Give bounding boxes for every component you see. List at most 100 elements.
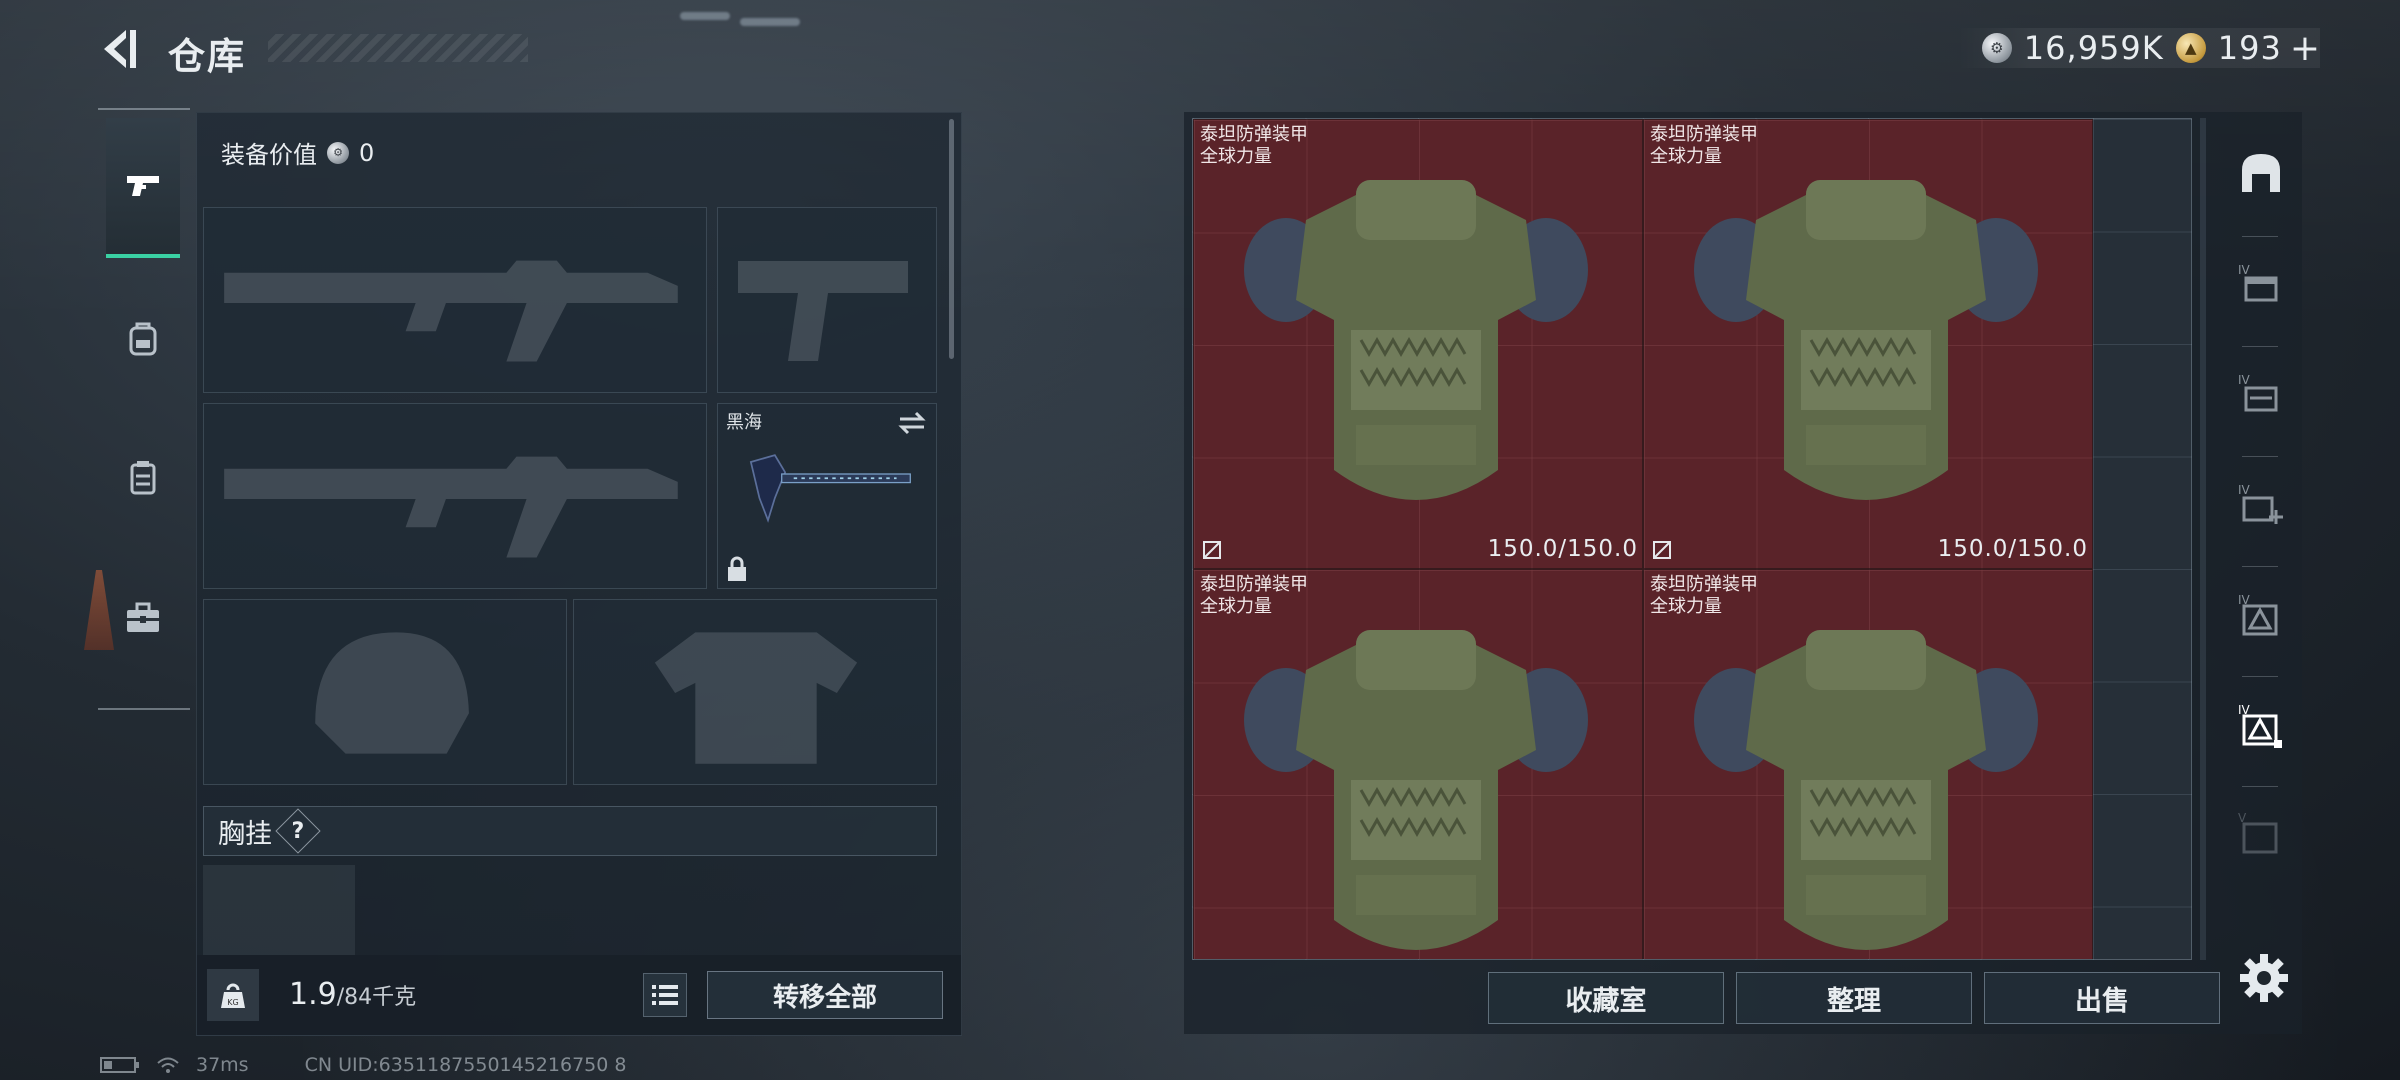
rail-divider (2242, 346, 2278, 347)
pistol-slot[interactable] (717, 207, 937, 393)
silver-coin-icon: ⚙ (327, 141, 349, 164)
helmet-silhouette-icon (315, 632, 469, 754)
battery-icon (100, 1057, 139, 1073)
titan-body-armor-icon (1694, 630, 2038, 950)
melee-item-name: 黑海 (726, 412, 762, 433)
chest-rig-slot[interactable] (203, 865, 355, 955)
rail-divider (2242, 566, 2278, 567)
tab-backpack[interactable] (106, 268, 180, 408)
storage-grid: 泰坦防弹装甲 全球力量 150.0/150.0 泰坦防弹装甲 全球力量 150.… (1192, 118, 2192, 960)
helmet-filter-icon (2242, 154, 2280, 192)
tier-label: IV (2238, 373, 2251, 387)
filter-storage-box-iv-2-button[interactable]: IV (2230, 364, 2292, 426)
weight-bar: KG 1.9/84千克 转移全部 (197, 955, 961, 1035)
rifle-silhouette-icon (224, 260, 678, 362)
gold-coin-icon: ▲ (2175, 33, 2206, 63)
weight-max: /84千克 (336, 985, 417, 1010)
equipment-value-amount: 0 (359, 138, 375, 167)
titan-body-armor-icon (1694, 180, 2038, 500)
sort-button[interactable]: 整理 (1736, 972, 1972, 1024)
no-insurance-icon (1203, 541, 1221, 559)
medical-box-iv-icon: IV (2238, 483, 2283, 524)
item-durability: 150.0/150.0 (1487, 536, 1638, 562)
body-armor-silhouette-icon (654, 632, 858, 764)
container-iv-icon: IV (2238, 593, 2278, 636)
storage-item[interactable]: 泰坦防弹装甲 全球力量 (1643, 569, 2093, 959)
weight-current: 1.9 (289, 977, 337, 1012)
user-uid: CN UID:6351187550145216750 8 (304, 1054, 627, 1076)
swap-icon[interactable] (896, 410, 928, 436)
weight-icon: KG (207, 969, 259, 1021)
pistol-silhouette-icon (738, 261, 908, 361)
storage-item[interactable]: 泰坦防弹装甲 全球力量 (1193, 569, 1643, 959)
list-icon (652, 985, 678, 1005)
kettlebell-icon: KG (221, 983, 245, 1008)
page-title: 仓库 (168, 35, 246, 78)
titan-body-armor-icon (1244, 630, 1588, 950)
back-button[interactable] (96, 24, 146, 74)
filter-container-iv-active-button[interactable]: IV (2230, 694, 2292, 756)
container-v-icon: V (2238, 811, 2278, 854)
filter-container-iv-button[interactable]: IV (2230, 584, 2292, 646)
filter-storage-box-iv-button[interactable]: IV (2230, 254, 2292, 316)
body-armor-slot[interactable] (573, 599, 937, 785)
chest-rig-icon (130, 461, 156, 495)
list-view-button[interactable] (643, 973, 687, 1017)
rail-divider (2242, 786, 2278, 787)
rail-divider (98, 108, 190, 110)
chest-rig-label: 胸挂 (218, 818, 272, 850)
silver-coin-icon: ⚙ (1981, 33, 2012, 63)
primary-weapon-slot-1[interactable] (203, 207, 707, 393)
back-arrow-icon (104, 30, 136, 68)
transfer-all-button[interactable]: 转移全部 (707, 971, 943, 1019)
help-icon[interactable]: ? (275, 808, 321, 854)
rail-divider (2242, 456, 2278, 457)
weight-unit-badge: KG (227, 998, 238, 1007)
collection-room-button[interactable]: 收藏室 (1488, 972, 1724, 1024)
tier-label: IV (2238, 263, 2251, 277)
scrollbar[interactable] (2200, 118, 2206, 960)
status-bar: 37ms CN UID:6351187550145216750 8 (100, 1054, 626, 1076)
tab-weapons[interactable] (106, 118, 180, 258)
tab-chest-rig[interactable] (106, 408, 180, 548)
backpack-icon (129, 322, 157, 356)
category-tab-rail (98, 108, 190, 710)
currency-bar: ⚙ 16,959K ▲ 193 + (1957, 28, 2320, 69)
add-currency-button[interactable]: + (2290, 28, 2320, 69)
lock-icon (728, 556, 746, 581)
storage-item[interactable]: 泰坦防弹装甲 全球力量 150.0/150.0 (1193, 119, 1643, 569)
sell-button[interactable]: 出售 (1984, 972, 2220, 1024)
help-mark: ? (291, 818, 305, 844)
tier-label: IV (2238, 483, 2251, 497)
filter-container-v-button[interactable]: V (2230, 802, 2292, 864)
primary-weapon-slot-2[interactable] (203, 403, 707, 589)
equipment-value-label: 装备价值 (221, 141, 317, 169)
scrollbar[interactable] (949, 119, 954, 359)
rail-divider (2242, 676, 2278, 677)
rifle-silhouette-icon (224, 456, 678, 558)
storage-item[interactable]: 泰坦防弹装甲 全球力量 150.0/150.0 (1643, 119, 2093, 569)
storage-panel: 泰坦防弹装甲 全球力量 150.0/150.0 泰坦防弹装甲 全球力量 150.… (1184, 112, 2302, 1034)
title-decoration (268, 34, 528, 62)
gold-currency-value: 193 (2217, 29, 2282, 67)
melee-slot[interactable]: 黑海 (717, 403, 937, 589)
wifi-icon (157, 1057, 179, 1073)
equipment-panel: 装备价值 ⚙ 0 黑海 胸挂 ? KG 1.9/84千克 转移全部 (196, 112, 962, 1036)
rail-divider (98, 708, 190, 710)
weight-display: 1.9/84千克 (289, 977, 416, 1012)
ceiling-light (680, 12, 730, 20)
storage-filter-rail: IV IV IV IV IV V (2216, 118, 2304, 930)
storage-box-iv-icon: IV (2238, 263, 2278, 302)
chest-rig-section-header: 胸挂 ? (203, 806, 937, 856)
rail-divider (2242, 236, 2278, 237)
ping-value: 37ms (196, 1054, 249, 1076)
filter-medical-box-iv-button[interactable]: IV (2230, 474, 2292, 536)
settings-gear-icon[interactable] (2236, 950, 2292, 1006)
silver-currency-value: 16,959K (2023, 29, 2164, 67)
tab-toolbox[interactable] (106, 548, 180, 688)
tomahawk-icon (749, 454, 911, 523)
filter-helmet-button[interactable] (2230, 142, 2292, 204)
item-durability: 150.0/150.0 (1937, 536, 2088, 562)
equipment-value: 装备价值 ⚙ 0 (221, 135, 374, 170)
helmet-slot[interactable] (203, 599, 567, 785)
